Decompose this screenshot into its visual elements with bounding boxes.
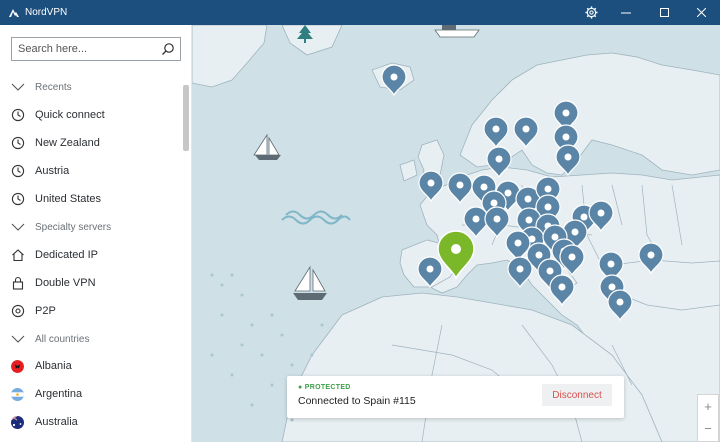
sidebar-scrollbar[interactable] — [183, 85, 189, 151]
section-specialty-servers[interactable]: Specialty servers — [0, 213, 182, 241]
zoom-out-button[interactable]: − — [698, 417, 718, 439]
protected-label: ● PROTECTED — [298, 384, 351, 391]
gear-icon — [584, 6, 598, 19]
sidebar-item-albania[interactable]: Albania — [0, 352, 182, 380]
clock-icon — [11, 192, 25, 206]
chevron-down-icon — [11, 223, 25, 231]
window-title: NordVPN — [25, 7, 68, 18]
lock-icon — [12, 276, 24, 290]
zoom-controls: + − — [697, 394, 719, 442]
section-all-countries[interactable]: All countries — [0, 325, 182, 353]
sidebar-item-label: Albania — [35, 360, 72, 372]
sidebar-item-label: Double VPN — [35, 277, 96, 289]
sidebar-item-label: Austria — [35, 165, 70, 177]
connection-status-card: ● PROTECTED Connected to Spain #115 Disc… — [287, 376, 624, 418]
sidebar-item-united-states[interactable]: United States — [0, 185, 182, 213]
close-icon — [696, 8, 706, 17]
server-pin[interactable] — [381, 64, 407, 96]
nordvpn-logo-icon — [9, 8, 19, 17]
minimize-button[interactable] — [611, 0, 641, 25]
sidebar-item-label: Australia — [35, 416, 78, 428]
sidebar-item-label: Dedicated IP — [35, 249, 98, 261]
home-icon — [12, 249, 24, 262]
maximize-icon — [659, 8, 669, 17]
sidebar-item-p2p[interactable]: P2P — [0, 297, 182, 325]
title-bar: NordVPN — [0, 0, 720, 25]
zoom-in-button[interactable]: + — [698, 395, 718, 417]
sidebar-item-dedicated-ip[interactable]: Dedicated IP — [0, 241, 182, 269]
sidebar-item-label: United States — [35, 193, 102, 205]
section-recents[interactable]: Recents — [0, 73, 182, 101]
sidebar-item-new-zealand[interactable]: New Zealand — [0, 129, 182, 157]
sidebar-item-quick-connect[interactable]: Quick connect — [0, 101, 182, 129]
settings-button[interactable] — [576, 0, 606, 25]
section-label: Specialty servers — [35, 221, 112, 233]
server-pin[interactable] — [507, 256, 533, 288]
disconnect-button[interactable]: Disconnect — [542, 384, 612, 406]
clock-icon — [11, 164, 25, 178]
sidebar: Recents Quick connect New Zealand Austri… — [0, 25, 192, 442]
search-icon[interactable] — [161, 42, 175, 56]
app-title: NordVPN — [8, 0, 67, 25]
sidebar-item-australia[interactable]: Australia — [0, 408, 182, 436]
clock-icon — [11, 136, 25, 150]
section-label: Recents — [35, 81, 72, 93]
sidebar-item-label: Quick connect — [35, 109, 105, 121]
sidebar-item-double-vpn[interactable]: Double VPN — [0, 269, 182, 297]
chevron-down-icon — [11, 83, 25, 91]
clock-icon — [11, 108, 25, 122]
maximize-button[interactable] — [649, 0, 679, 25]
close-button[interactable] — [686, 0, 716, 25]
section-label: All countries — [35, 333, 90, 345]
ship-icon — [434, 25, 480, 38]
sidebar-item-label: New Zealand — [35, 137, 100, 149]
sidebar-item-argentina[interactable]: Argentina — [0, 380, 182, 408]
sailboat-icon — [253, 133, 281, 160]
minimize-icon — [621, 12, 631, 13]
search-box[interactable] — [11, 37, 181, 61]
p2p-icon — [11, 304, 25, 318]
flag-albania-icon — [11, 360, 24, 373]
sidebar-item-label: P2P — [35, 305, 56, 317]
sailboat-icon — [293, 265, 327, 300]
sidebar-item-label: Argentina — [35, 388, 83, 400]
connected-server-text: Connected to Spain #115 — [298, 395, 416, 407]
flag-argentina-icon — [11, 388, 24, 401]
search-input[interactable] — [12, 38, 157, 60]
sidebar-item-austria[interactable]: Austria — [0, 157, 182, 185]
flag-australia-icon — [11, 416, 24, 429]
chevron-down-icon — [11, 335, 25, 343]
